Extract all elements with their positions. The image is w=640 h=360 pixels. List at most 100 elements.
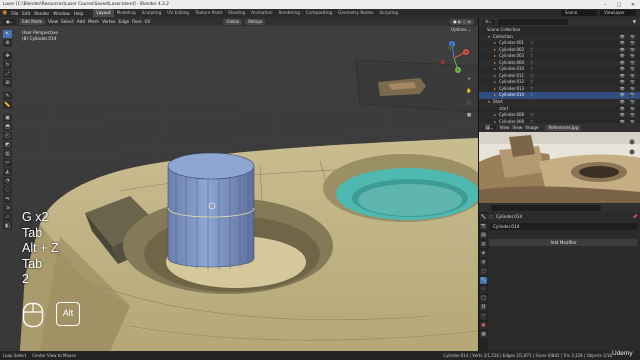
- transform-orientation[interactable]: Global: [223, 18, 243, 25]
- properties-panel: 🔧 📷 🖨 ▤ ◈ ◍ ▢ 🔧 ⁘ ◯ ⛓ ▽ ● ▦ ▢ Cylinder.0…: [478, 203, 640, 351]
- zoom-icon[interactable]: +: [465, 76, 473, 84]
- poly-build-tool-icon[interactable]: ◭: [3, 168, 12, 176]
- material-tab-icon[interactable]: ●: [480, 322, 487, 329]
- properties-tabs: 🔧 📷 🖨 ▤ ◈ ◍ ▢ 🔧 ⁘ ◯ ⛓ ▽ ● ▦: [479, 212, 488, 351]
- ie-menu-view-2[interactable]: View: [512, 125, 522, 130]
- rotate-tool-icon[interactable]: ↻: [3, 61, 12, 69]
- vp-menu-uv[interactable]: UV: [145, 19, 151, 24]
- spin-tool-icon[interactable]: ◔: [3, 177, 12, 185]
- outliner-list: Scene Collection ▾ Collection 👁 📷 ▸ Cylinder.…: [479, 26, 640, 125]
- filter-icon[interactable]: ▼: [633, 19, 636, 24]
- maximize-button[interactable]: □: [612, 2, 626, 8]
- world-tab-icon[interactable]: ◍: [480, 259, 487, 266]
- render-tab-icon[interactable]: 📷: [480, 223, 487, 230]
- vp-menu-face[interactable]: Face: [132, 19, 141, 24]
- annotate-tool-icon[interactable]: ✎: [3, 92, 12, 100]
- ortho-toggle-icon[interactable]: ▦: [465, 112, 473, 120]
- vp-menu-select[interactable]: Select: [61, 19, 74, 24]
- tab-compositing[interactable]: Compositing: [303, 9, 335, 17]
- particles-tab-icon[interactable]: ⁘: [480, 286, 487, 293]
- status-hint-2: Center View to Mouse: [32, 353, 76, 358]
- object-info: (8) Cylinder.014: [22, 37, 57, 42]
- tab-uv-editing[interactable]: UV Editing: [164, 9, 192, 17]
- tab-geometry-nodes[interactable]: Geometry Nodes: [335, 9, 376, 17]
- tab-modeling[interactable]: Modeling: [114, 9, 139, 17]
- view-layer-field[interactable]: ViewLayer: [600, 10, 636, 16]
- vp-menu-view[interactable]: View: [48, 19, 58, 24]
- menu-file[interactable]: File: [11, 11, 18, 16]
- vp-menu-mesh[interactable]: Mesh: [88, 19, 99, 24]
- pan-hand-icon[interactable]: ✋: [465, 88, 473, 96]
- select-tool-icon[interactable]: ↖: [3, 30, 12, 38]
- scale-tool-icon[interactable]: ⤢: [3, 70, 12, 78]
- cursor-tool-icon[interactable]: ⊕: [3, 39, 12, 47]
- image-editor-type[interactable]: 🖼⌄: [482, 124, 497, 131]
- texture-tab-icon[interactable]: ▦: [480, 331, 487, 338]
- close-button[interactable]: ✕: [626, 2, 640, 8]
- knife-tool-icon[interactable]: ✂: [3, 159, 12, 167]
- scene-stats: Cylinder.014 | Verts 2/1,516 | Edges 2/2…: [443, 353, 612, 358]
- smooth-tool-icon[interactable]: ◌: [3, 186, 12, 194]
- outliner-editor-type[interactable]: ☰⌄: [482, 18, 495, 25]
- properties-header: [479, 203, 640, 212]
- status-hint-1: Loop Select: [3, 353, 27, 358]
- bevel-tool-icon[interactable]: ◩: [3, 141, 12, 149]
- ie-menu-view[interactable]: View: [499, 125, 509, 130]
- scene-tab-icon[interactable]: ◈: [480, 250, 487, 257]
- rip-tool-icon[interactable]: ◧: [3, 222, 12, 230]
- modifier-tab-icon[interactable]: 🔧: [480, 277, 487, 284]
- object-tab-icon[interactable]: ▢: [480, 268, 487, 275]
- menu-window[interactable]: Window: [53, 11, 70, 16]
- key-line-3: Alt + Z: [22, 241, 59, 255]
- shear-tool-icon[interactable]: ▱: [3, 213, 12, 221]
- view-layer-tab-icon[interactable]: ▤: [480, 241, 487, 248]
- add-modifier-button[interactable]: Add Modifier: [489, 239, 638, 246]
- reference-image[interactable]: [479, 132, 640, 203]
- edge-slide-tool-icon[interactable]: ⇋: [3, 195, 12, 203]
- inset-tool-icon[interactable]: ◰: [3, 132, 12, 140]
- tab-rendering[interactable]: Rendering: [276, 9, 303, 17]
- menu-help[interactable]: Help: [74, 11, 84, 16]
- scene-field[interactable]: Scene: [561, 10, 597, 16]
- pin-icon[interactable]: 📌: [633, 214, 638, 220]
- shading-buttons[interactable]: ● ◐ ○ ◍: [450, 18, 474, 25]
- menu-render[interactable]: Render: [34, 11, 49, 16]
- tab-layout[interactable]: Layout: [93, 9, 114, 17]
- constraints-tab-icon[interactable]: ⛓: [480, 304, 487, 311]
- loop-cut-tool-icon[interactable]: ▥: [3, 150, 12, 158]
- tab-texture-paint[interactable]: Texture Paint: [192, 9, 225, 17]
- options-button[interactable]: Options ⌄: [451, 27, 471, 32]
- properties-search-input[interactable]: [491, 204, 601, 211]
- tool-tab-icon[interactable]: 🔧: [480, 214, 487, 221]
- tab-scripting[interactable]: Scripting: [376, 9, 401, 17]
- tab-animation[interactable]: Animation: [248, 9, 275, 17]
- snap-settings[interactable]: Retopo: [245, 18, 266, 25]
- extrude-tool-icon[interactable]: ⬒: [3, 123, 12, 131]
- measure-tool-icon[interactable]: 📏: [3, 101, 12, 109]
- data-tab-icon[interactable]: ▽: [480, 313, 487, 320]
- move-tool-icon[interactable]: ✥: [3, 52, 12, 60]
- shrink-tool-icon[interactable]: ⇲: [3, 204, 12, 212]
- menu-edit[interactable]: Edit: [22, 11, 30, 16]
- camera-view-icon[interactable]: 🎥: [465, 100, 473, 108]
- physics-tab-icon[interactable]: ◯: [480, 295, 487, 302]
- mode-selector[interactable]: Edit Mode: [19, 18, 46, 25]
- image-name-field[interactable]: References.jpg: [545, 124, 582, 131]
- object-icon: ▢: [489, 214, 493, 219]
- tab-shading[interactable]: Shading: [225, 9, 248, 17]
- selected-cylinder: [167, 152, 255, 270]
- ie-menu-image[interactable]: Image: [525, 125, 538, 130]
- navigation-gizmo[interactable]: X Y Z: [436, 40, 472, 76]
- add-cube-tool-icon[interactable]: ▣: [3, 114, 12, 122]
- editor-type-button[interactable]: ▣⌄: [3, 18, 17, 25]
- vp-menu-vertex[interactable]: Vertex: [102, 19, 115, 24]
- object-name-field[interactable]: Cylinder.014: [489, 223, 638, 230]
- minimize-button[interactable]: –: [598, 2, 612, 8]
- outliner-search-input[interactable]: [497, 18, 568, 25]
- output-tab-icon[interactable]: 🖨: [480, 232, 487, 239]
- vp-menu-add[interactable]: Add: [77, 19, 85, 24]
- blender-logo-icon[interactable]: ◉: [2, 10, 7, 16]
- transform-tool-icon[interactable]: ⊞: [3, 79, 12, 87]
- vp-menu-edge[interactable]: Edge: [119, 19, 130, 24]
- tab-sculpting[interactable]: Sculpting: [139, 9, 165, 17]
